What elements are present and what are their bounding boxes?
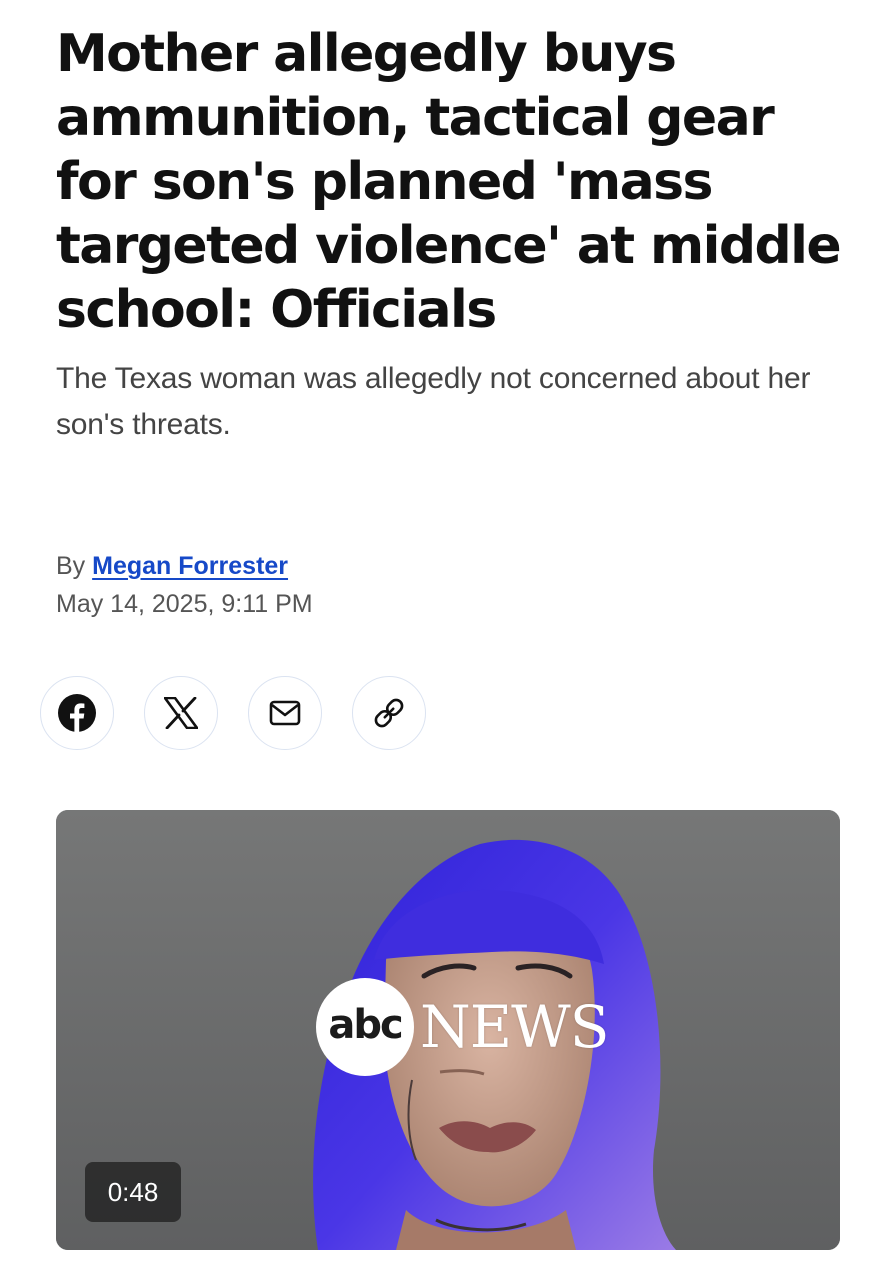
- news-logo-text: NEWS: [420, 993, 609, 1061]
- subheadline: The Texas woman was allegedly not concer…: [56, 362, 811, 441]
- x-icon: [164, 697, 198, 729]
- facebook-icon: [58, 694, 96, 733]
- share-copy-link-button[interactable]: [352, 676, 426, 750]
- link-icon: [374, 698, 404, 728]
- byline: By Megan Forrester: [56, 548, 288, 584]
- share-facebook-button[interactable]: [40, 676, 114, 750]
- publish-date: May 14, 2025, 9:11 PM: [56, 590, 313, 618]
- abc-logo-circle: abc: [316, 978, 414, 1076]
- mail-icon: [269, 700, 301, 726]
- share-x-button[interactable]: [144, 676, 218, 750]
- abc-news-logo: abc NEWS: [316, 978, 609, 1076]
- video-duration-badge: 0:48: [85, 1162, 181, 1222]
- share-email-button[interactable]: [248, 676, 322, 750]
- abc-logo-text: abc: [328, 1002, 403, 1048]
- author-link[interactable]: Megan Forrester: [92, 552, 288, 580]
- byline-prefix: By: [56, 552, 86, 580]
- video-player[interactable]: abc NEWS 0:48: [56, 810, 840, 1250]
- share-bar: [40, 676, 426, 750]
- headline: Mother allegedly buys ammunition, tactic…: [56, 24, 842, 340]
- article-header: Mother allegedly buys ammunition, tactic…: [56, 22, 856, 448]
